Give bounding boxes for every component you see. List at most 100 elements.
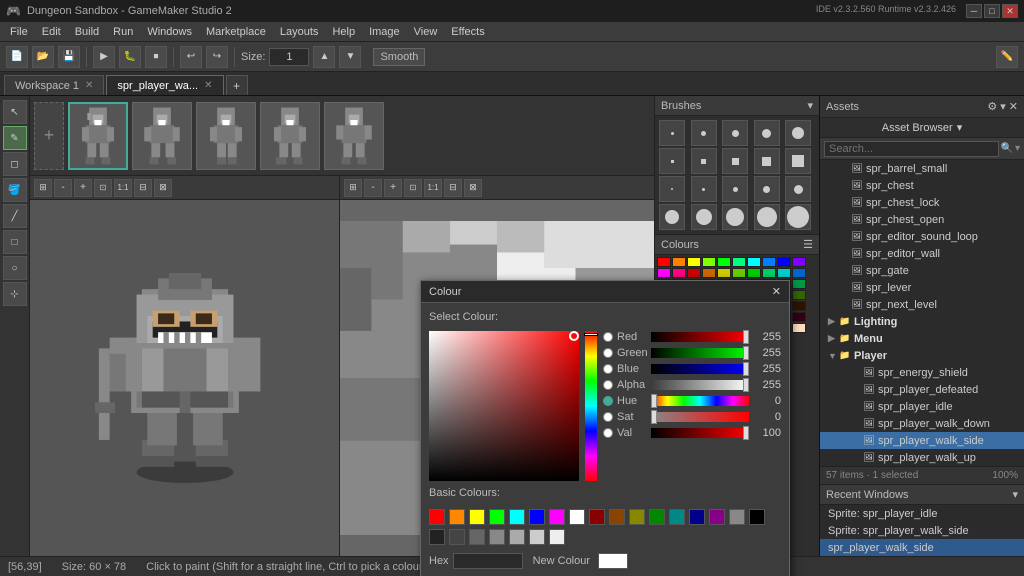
recent-window-item[interactable]: Sprite: spr_player_idle	[820, 505, 1024, 522]
val-radio[interactable]	[603, 428, 613, 438]
menu-effects[interactable]: Effects	[445, 25, 490, 39]
basic-colour-cell[interactable]	[529, 509, 545, 525]
brush-6[interactable]	[659, 148, 685, 174]
save-btn[interactable]: 💾	[58, 46, 80, 68]
brush-18[interactable]	[722, 204, 748, 230]
brush-16[interactable]	[659, 204, 685, 230]
zoom-out-left[interactable]: -	[54, 179, 72, 197]
frame-thumb-5[interactable]	[324, 102, 384, 170]
zoom-reset-left[interactable]: 1:1	[114, 179, 132, 197]
tab-sprite-close[interactable]: ✕	[204, 80, 212, 91]
basic-colour-cell[interactable]	[709, 509, 725, 525]
brush-12[interactable]	[691, 176, 717, 202]
menu-view[interactable]: View	[408, 25, 444, 39]
colour-cell[interactable]	[687, 268, 701, 278]
basic-colour-cell[interactable]	[489, 509, 505, 525]
colour-cell[interactable]	[672, 268, 686, 278]
brush-1[interactable]	[659, 120, 685, 146]
brush-10[interactable]	[785, 148, 811, 174]
zoom-in-left[interactable]: +	[74, 179, 92, 197]
zoom-fit-left[interactable]: ⊡	[94, 179, 112, 197]
sat-radio[interactable]	[603, 412, 613, 422]
blue-slider[interactable]	[651, 364, 749, 374]
asset-item-spr_player_walk_side[interactable]: 🖼spr_player_walk_side	[820, 432, 1024, 449]
alpha-slider[interactable]	[651, 380, 749, 390]
asset-settings-icon[interactable]: ⚙	[987, 100, 997, 113]
asset-item-spr_next_level[interactable]: 🖼spr_next_level	[820, 296, 1024, 313]
alpha-radio[interactable]	[603, 380, 613, 390]
maximize-button[interactable]: □	[984, 4, 1000, 18]
colour-cell[interactable]	[762, 257, 776, 267]
basic-colour-cell[interactable]	[449, 529, 465, 545]
green-slider[interactable]	[651, 348, 749, 358]
asset-item-spr_editor_wall[interactable]: 🖼spr_editor_wall	[820, 245, 1024, 262]
asset-item-spr_barrel_small[interactable]: 🖼spr_barrel_small	[820, 160, 1024, 177]
brush-19[interactable]	[754, 204, 780, 230]
sat-slider[interactable]	[651, 412, 749, 422]
new-btn[interactable]: 📄	[6, 46, 28, 68]
brushes-menu-icon[interactable]: ▾	[807, 99, 813, 112]
red-radio[interactable]	[603, 332, 613, 342]
tab-workspace-close[interactable]: ✕	[85, 80, 93, 91]
basic-colour-cell[interactable]	[669, 509, 685, 525]
colour-cell[interactable]	[747, 268, 761, 278]
basic-colour-cell[interactable]	[469, 509, 485, 525]
colour-spectrum[interactable]	[429, 331, 579, 481]
colour-dialog-close-icon[interactable]: ✕	[772, 285, 781, 298]
colour-dialog-title-bar[interactable]: Colour ✕	[421, 281, 789, 303]
basic-colour-cell[interactable]	[729, 509, 745, 525]
undo-btn[interactable]: ↩	[180, 46, 202, 68]
asset-filter-btn[interactable]: ▾	[1015, 143, 1020, 154]
colour-cell[interactable]	[792, 268, 806, 278]
asset-item-spr_energy_shield[interactable]: 🖼spr_energy_shield	[820, 364, 1024, 381]
panel-toggle-left[interactable]: ⊠	[154, 179, 172, 197]
menu-help[interactable]: Help	[326, 25, 361, 39]
colour-cell[interactable]	[792, 257, 806, 267]
green-radio[interactable]	[603, 348, 613, 358]
colour-cell[interactable]	[732, 257, 746, 267]
asset-item-spr_lever[interactable]: 🖼spr_lever	[820, 279, 1024, 296]
stop-btn[interactable]: ⏹	[145, 46, 167, 68]
split-view-right[interactable]: ⊟	[444, 179, 462, 197]
line-tool[interactable]: ╱	[3, 204, 27, 228]
brush-20[interactable]	[785, 204, 811, 230]
asset-item-spr_player_walk_up[interactable]: 🖼spr_player_walk_up	[820, 449, 1024, 466]
asset-item-spr_chest[interactable]: 🖼spr_chest	[820, 177, 1024, 194]
brush-13[interactable]	[722, 176, 748, 202]
zoom-in-right[interactable]: +	[384, 179, 402, 197]
brush-9[interactable]	[754, 148, 780, 174]
basic-colour-cell[interactable]	[429, 529, 445, 545]
asset-search-input[interactable]	[824, 141, 999, 157]
frame-thumb-1[interactable]	[68, 102, 128, 170]
menu-layouts[interactable]: Layouts	[274, 25, 325, 39]
red-slider[interactable]	[651, 332, 749, 342]
rect-tool[interactable]: □	[3, 230, 27, 254]
menu-marketplace[interactable]: Marketplace	[200, 25, 272, 39]
asset-item-spr_editor_sound_loop[interactable]: 🖼spr_editor_sound_loop	[820, 228, 1024, 245]
blue-radio[interactable]	[603, 364, 613, 374]
basic-colour-cell[interactable]	[629, 509, 645, 525]
brush-8[interactable]	[722, 148, 748, 174]
basic-colour-cell[interactable]	[569, 509, 585, 525]
grid-toggle-left[interactable]: ⊞	[34, 179, 52, 197]
tab-sprite-editor[interactable]: spr_player_wa... ✕	[106, 75, 223, 95]
fill-tool[interactable]: 🪣	[3, 178, 27, 202]
basic-colour-cell[interactable]	[529, 529, 545, 545]
asset-item-spr_chest_lock[interactable]: 🖼spr_chest_lock	[820, 194, 1024, 211]
redo-btn[interactable]: ↪	[206, 46, 228, 68]
colour-cell[interactable]	[672, 257, 686, 267]
size-up-btn[interactable]: ▲	[313, 46, 335, 68]
colour-cell[interactable]	[657, 257, 671, 267]
brush-14[interactable]	[754, 176, 780, 202]
asset-item-spr_chest_open[interactable]: 🖼spr_chest_open	[820, 211, 1024, 228]
brush-4[interactable]	[754, 120, 780, 146]
val-slider[interactable]	[651, 428, 749, 438]
recent-window-item[interactable]: Sprite: spr_player_walk_side	[820, 522, 1024, 539]
panel-toggle-right[interactable]: ⊠	[464, 179, 482, 197]
asset-browser-dropdown[interactable]: ▾	[957, 121, 963, 134]
asset-close-icon[interactable]: ✕	[1009, 100, 1018, 113]
select-tool[interactable]: ⊹	[3, 282, 27, 306]
asset-filter-icon[interactable]: ▾	[1000, 100, 1006, 113]
basic-colour-cell[interactable]	[609, 509, 625, 525]
basic-colour-cell[interactable]	[649, 509, 665, 525]
